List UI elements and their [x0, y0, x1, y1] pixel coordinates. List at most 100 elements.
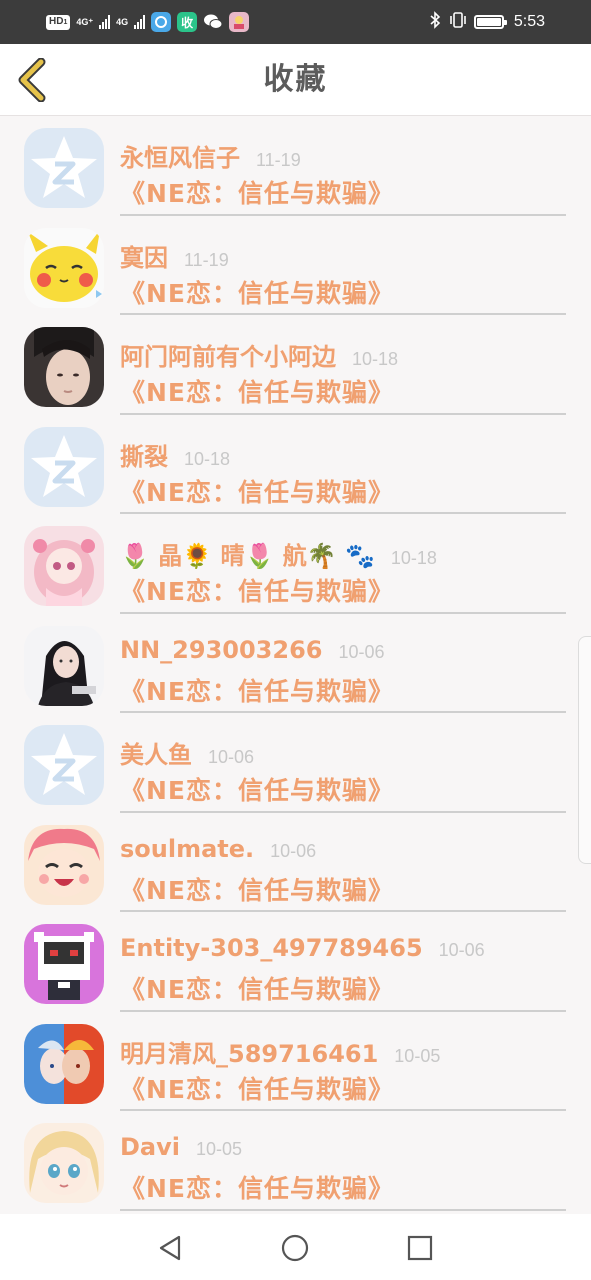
status-bar-right: 5:53	[428, 10, 545, 34]
favorite-row[interactable]: soulmate. 10-06 《NE恋：信任与欺骗》	[0, 813, 591, 912]
user-name: NN_293003266	[120, 635, 323, 664]
favorite-date: 10-18	[184, 448, 231, 469]
back-triangle-icon	[159, 1235, 181, 1261]
favorite-date: 10-06	[338, 641, 385, 662]
signal-icon	[99, 15, 111, 29]
favorite-row[interactable]: NN_293003266 10-06 《NE恋：信任与欺骗》	[0, 614, 591, 713]
favorite-row-body: NN_293003266 10-06 《NE恋：信任与欺骗》	[120, 614, 566, 713]
home-circle-icon	[281, 1234, 309, 1262]
favorite-date: 10-06	[270, 840, 317, 861]
favorite-row-body: 永恒风信子 11-19 《NE恋：信任与欺骗》	[120, 116, 566, 216]
story-title: 《NE恋：信任与欺骗》	[120, 577, 395, 606]
avatar[interactable]	[24, 824, 104, 905]
favorite-row[interactable]: Davi 10-05 《NE恋：信任与欺骗》	[0, 1111, 591, 1211]
favorite-row[interactable]: 🌷 晶🌻 晴🌷 航🌴 🐾 10-18 《NE恋：信任与欺骗》	[0, 514, 591, 614]
favorite-row[interactable]: 阿门阿前有个小阿边 10-18 《NE恋：信任与欺骗》	[0, 315, 591, 415]
name-line: 寞因 11-19	[120, 238, 229, 273]
user-name: 寞因	[120, 243, 168, 272]
story-title: 《NE恋：信任与欺骗》	[120, 676, 395, 706]
favorite-row[interactable]: 撕裂 10-18 《NE恋：信任与欺骗》	[0, 415, 591, 514]
network-type-2: 4G	[116, 17, 129, 27]
story-title: 《NE恋：信任与欺骗》	[120, 179, 395, 208]
status-bar: HD1 4G⁺ 4G 收 5:53	[0, 0, 591, 44]
avatar[interactable]	[24, 1023, 104, 1104]
user-name: 阿门阿前有个小阿边	[120, 343, 336, 371]
story-title: 《NE恋：信任与欺骗》	[120, 477, 395, 507]
favorites-list[interactable]: 永恒风信子 11-19 《NE恋：信任与欺骗》 寞因 11-19 《NE恋：信任与欺骗》阿…	[0, 116, 591, 1214]
clock: 5:53	[513, 13, 545, 30]
favorite-row-body: 🌷 晶🌻 晴🌷 航🌴 🐾 10-18 《NE恋：信任与欺骗》	[120, 514, 566, 614]
name-line: Davi 10-05	[120, 1133, 242, 1161]
hd-indicator: HD1	[46, 14, 71, 30]
favorite-date: 10-18	[390, 548, 437, 568]
favorite-date: 11-19	[256, 150, 301, 170]
story-title: 《NE恋：信任与欺骗》	[120, 1174, 395, 1203]
favorite-row[interactable]: 美人鱼 10-06 《NE恋：信任与欺骗》	[0, 713, 591, 813]
favorite-date: 10-06	[438, 940, 485, 960]
wechat-icon	[203, 12, 223, 32]
nav-home-button[interactable]	[279, 1232, 311, 1264]
user-name: soulmate.	[120, 834, 255, 863]
vibrate-icon	[448, 11, 468, 34]
nav-back-button[interactable]	[154, 1232, 186, 1264]
avatar[interactable]	[24, 725, 104, 805]
user-name: Davi	[120, 1133, 180, 1161]
favorite-row-body: Entity-303_497789465 10-06 《NE恋：信任与欺骗》	[120, 912, 566, 1012]
favorite-date: 10-06	[208, 747, 255, 767]
favorite-row[interactable]: 永恒风信子 11-19 《NE恋：信任与欺骗》	[0, 116, 591, 216]
story-title: 《NE恋：信任与欺骗》	[120, 278, 395, 308]
avatar[interactable]	[24, 924, 104, 1004]
avatar[interactable]	[24, 1123, 104, 1203]
photo-app-icon	[229, 12, 250, 32]
user-name: Entity-303_497789465	[120, 934, 423, 962]
avatar[interactable]	[24, 128, 104, 208]
battery-icon	[473, 15, 507, 29]
network-type-1: 4G⁺	[76, 17, 94, 27]
favorite-row-body: 明月清风_589716461 10-05 《NE恋：信任与欺骗》	[120, 1012, 566, 1111]
story-title: 《NE恋：信任与欺骗》	[120, 776, 395, 805]
bluetooth-icon	[428, 10, 442, 34]
avatar[interactable]	[24, 426, 104, 507]
favorite-row-body: 美人鱼 10-06 《NE恋：信任与欺骗》	[120, 713, 566, 813]
favorite-row[interactable]: Entity-303_497789465 10-06 《NE恋：信任与欺骗》	[0, 912, 591, 1012]
favorite-row-body: 撕裂 10-18 《NE恋：信任与欺骗》	[120, 415, 566, 514]
favorite-date: 10-05	[196, 1139, 243, 1159]
favorite-date: 10-05	[394, 1045, 441, 1066]
signal-icon	[134, 15, 146, 29]
favorite-row[interactable]: 寞因 11-19 《NE恋：信任与欺骗》	[0, 216, 591, 315]
name-line: 美人鱼 10-06	[120, 735, 254, 770]
status-bar-left: HD1 4G⁺ 4G 收	[46, 12, 250, 32]
favorite-row-body: soulmate. 10-06 《NE恋：信任与欺骗》	[120, 813, 566, 912]
name-line: soulmate. 10-06	[120, 835, 316, 863]
name-line: NN_293003266 10-06	[120, 636, 385, 664]
avatar[interactable]	[24, 227, 104, 308]
app-notification-icon	[151, 12, 172, 32]
user-name: 永恒风信子	[120, 144, 240, 172]
avatar[interactable]	[24, 625, 104, 706]
name-line: 明月清风_589716461 10-05	[120, 1034, 440, 1069]
story-title: 《NE恋：信任与欺骗》	[120, 378, 395, 407]
story-title: 《NE恋：信任与欺骗》	[120, 875, 395, 905]
name-line: 永恒风信子 11-19	[120, 138, 301, 173]
user-name: 美人鱼	[120, 741, 192, 769]
favorite-date: 11-19	[184, 249, 229, 270]
story-title: 《NE恋：信任与欺骗》	[120, 1074, 395, 1104]
name-line: Entity-303_497789465 10-06	[120, 934, 485, 962]
user-name: 撕裂	[120, 442, 168, 471]
favorite-row[interactable]: 明月清风_589716461 10-05 《NE恋：信任与欺骗》	[0, 1012, 591, 1111]
scrollbar[interactable]	[578, 636, 591, 864]
name-line: 🌷 晶🌻 晴🌷 航🌴 🐾 10-18	[120, 536, 437, 571]
favorite-row-body: 阿门阿前有个小阿边 10-18 《NE恋：信任与欺骗》	[120, 315, 566, 415]
app-header: 收藏	[0, 44, 591, 116]
nav-recents-button[interactable]	[404, 1232, 436, 1264]
favorite-date: 10-18	[352, 349, 399, 369]
page-title: 收藏	[263, 62, 328, 97]
name-line: 阿门阿前有个小阿边 10-18	[120, 337, 398, 372]
avatar[interactable]	[24, 327, 104, 407]
story-title: 《NE恋：信任与欺骗》	[120, 975, 395, 1004]
payment-app-icon: 收	[177, 12, 198, 32]
user-name: 🌷 晶🌻 晴🌷 航🌴 🐾	[120, 542, 375, 570]
favorite-row-body: Davi 10-05 《NE恋：信任与欺骗》	[120, 1111, 566, 1211]
user-name: 明月清风_589716461	[120, 1039, 379, 1068]
avatar[interactable]	[24, 526, 104, 606]
